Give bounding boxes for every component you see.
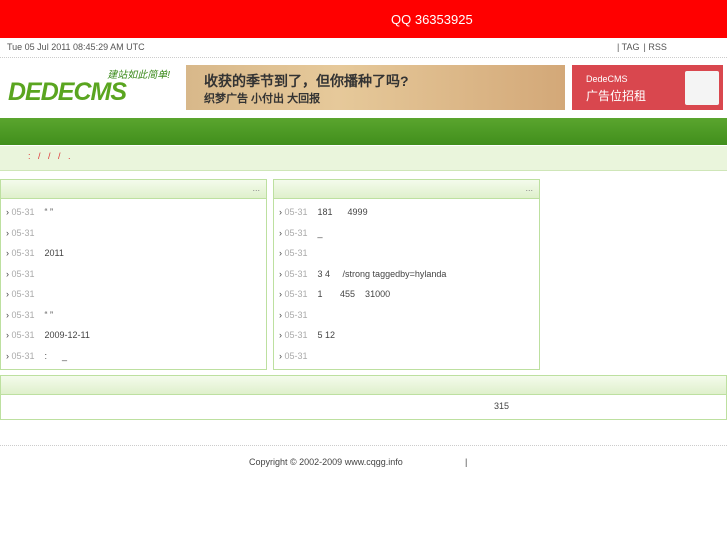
list-item[interactable]: › 05-31 3 4 /strong taggedby=hylanda xyxy=(274,264,539,285)
rss-link[interactable]: | RSS xyxy=(644,42,667,52)
list-item-date: 05-31 xyxy=(284,207,308,217)
list-item-date: 05-31 xyxy=(11,248,35,258)
breadcrumb: : / / / . xyxy=(0,146,727,171)
right-news-box: ... › 05-31 181 4999 › 05-31 _ › 05-31 › 05-3… xyxy=(273,179,540,370)
list-item[interactable]: › 05-31 181 4999 xyxy=(274,202,539,223)
qq-text: QQ 36353925 xyxy=(391,12,473,27)
ad-line2: 广告位招租 xyxy=(586,89,647,103)
list-item[interactable]: › 05-31 5 12 xyxy=(274,325,539,346)
ad-line1: DedeCMS xyxy=(586,74,628,84)
friend-links-box: 315 xyxy=(0,375,727,420)
breadcrumb-text: : / / / . xyxy=(28,151,71,161)
list-item-date: 05-31 xyxy=(11,350,35,361)
ad-figure-icon xyxy=(685,71,719,105)
list-item[interactable]: › 05-31 xyxy=(1,223,266,244)
tag-link[interactable]: | TAG xyxy=(617,42,640,52)
list-item[interactable]: › 05-31 _ xyxy=(274,223,539,244)
top-bar: QQ 36353925 xyxy=(0,0,727,38)
list-item-title[interactable]: 2011 xyxy=(45,248,64,258)
footer-sep: | xyxy=(465,457,468,467)
footer-box-text: 315 xyxy=(494,401,510,411)
logo-text: DEDECMS xyxy=(8,78,127,106)
list-item-title[interactable]: 2009-12-11 xyxy=(45,330,90,340)
list-item-date: 05-31 xyxy=(11,309,35,320)
list-item-date: 05-31 xyxy=(284,309,308,320)
list-item-date: 05-31 xyxy=(284,350,308,361)
logo[interactable]: 建站如此简单! DEDECMS xyxy=(8,66,170,106)
list-item[interactable]: › 05-31 xyxy=(274,305,539,326)
list-item-title[interactable]: : _ xyxy=(45,351,68,361)
list-item[interactable]: › 05-31 “ ” xyxy=(1,202,266,223)
list-item[interactable]: › 05-31 2009-12-11 xyxy=(1,325,266,346)
list-item-date: 05-31 xyxy=(11,207,35,217)
main-nav xyxy=(0,118,727,145)
ad-space[interactable]: DedeCMS 广告位招租 xyxy=(572,65,723,110)
list-item-date: 05-31 xyxy=(284,289,308,299)
more-link[interactable]: ... xyxy=(252,183,260,193)
date-text: Tue 05 Jul 2011 08:45:29 AM UTC xyxy=(7,42,145,52)
list-item-date: 05-31 xyxy=(284,227,308,238)
list-item[interactable]: › 05-31 xyxy=(1,284,266,305)
list-item[interactable]: › 05-31: _ xyxy=(1,346,266,367)
list-item-date: 05-31 xyxy=(284,330,308,340)
list-item-title[interactable]: _ xyxy=(318,228,323,238)
list-item[interactable]: › 05-31 xyxy=(274,243,539,264)
list-item[interactable]: › 05-31 2011 xyxy=(1,243,266,264)
banner-ad[interactable]: 收获的季节到了，但你播种了吗? 织梦广告 小付出 大回报 xyxy=(186,65,565,110)
footer: Copyright © 2002-2009 www.cqgg.info | xyxy=(0,445,727,467)
copyright: Copyright © 2002-2009 www.cqgg.info xyxy=(249,457,403,467)
list-item-title[interactable]: “ ” xyxy=(45,310,54,320)
list-item-date: 05-31 xyxy=(284,268,308,279)
list-item-title[interactable]: 3 4 /strong taggedby=hylanda xyxy=(318,269,447,279)
list-item-title[interactable]: 181 4999 xyxy=(318,207,368,217)
list-item-date: 05-31 xyxy=(11,289,35,299)
list-item[interactable]: › 05-31 xyxy=(1,264,266,285)
list-item-title[interactable]: 5 12 xyxy=(318,330,336,340)
more-link[interactable]: ... xyxy=(525,183,533,193)
banner-line2: 织梦广告 小付出 大回报 xyxy=(204,93,321,105)
banner-line1: 收获的季节到了，但你播种了吗? xyxy=(204,73,409,89)
list-item-date: 05-31 xyxy=(11,330,35,340)
list-item-title[interactable]: “ ” xyxy=(45,207,54,217)
list-item[interactable]: › 05-31 1 455 31000 xyxy=(274,284,539,305)
list-item-date: 05-31 xyxy=(11,227,35,238)
list-item-date: 05-31 xyxy=(284,248,308,258)
list-item[interactable]: › 05-31 “ ” xyxy=(1,305,266,326)
list-item-date: 05-31 xyxy=(11,268,35,279)
left-news-box: ... › 05-31 “ ” › 05-31 › 05-31 2011 › 05-31 ›… xyxy=(0,179,267,370)
list-item[interactable]: › 05-31 xyxy=(274,346,539,367)
list-item-title[interactable]: 1 455 31000 xyxy=(318,289,391,299)
info-bar: Tue 05 Jul 2011 08:45:29 AM UTC | TAG | R… xyxy=(0,38,727,58)
